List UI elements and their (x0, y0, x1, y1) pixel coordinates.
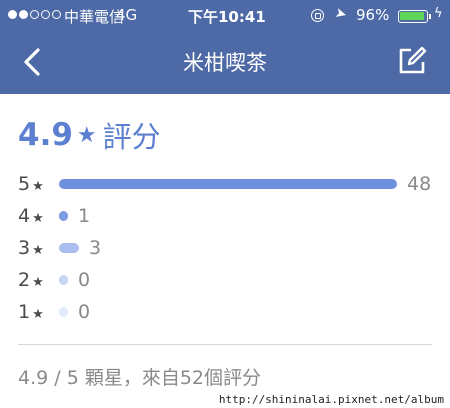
star-icon: ★ (32, 275, 44, 290)
navigation-bar: 米柑喫茶 (0, 30, 450, 94)
signal-dot (19, 10, 28, 19)
signal-dot (52, 10, 61, 19)
rating-row-2: 2 ★ 0 (0, 268, 450, 292)
page-title: 米柑喫茶 (183, 51, 267, 75)
rating-score: 4.9 (18, 117, 73, 153)
signal-strength (8, 10, 63, 29)
rating-bar (59, 179, 397, 189)
battery-icon (398, 10, 428, 23)
network-type: 4G (116, 6, 138, 24)
rating-row-4: 4 ★ 1 (0, 204, 450, 228)
star-icon: ★ (32, 307, 44, 322)
star-count-label: 1 (18, 301, 31, 323)
app-header: 中華電信 4G 下午10:41 ➤ 96% ϟ 米柑喫茶 (0, 0, 450, 94)
star-level: 2 ★ (18, 268, 44, 295)
star-icon: ★ (32, 243, 44, 258)
rating-row-1: 1 ★ 0 (0, 300, 450, 324)
rating-label: 評分 (102, 120, 161, 154)
review-count: 0 (78, 301, 91, 323)
review-count: 1 (78, 205, 91, 227)
star-count-label: 3 (18, 237, 31, 259)
review-count: 48 (407, 173, 432, 195)
status-bar: 中華電信 4G 下午10:41 ➤ 96% ϟ (0, 0, 450, 30)
rating-bar (59, 275, 68, 285)
rating-row-5: 5 ★ 48 (0, 172, 450, 196)
divider (18, 344, 432, 345)
star-level: 5 ★ (18, 172, 44, 199)
star-icon: ★ (32, 179, 44, 194)
signal-dot (41, 10, 50, 19)
star-count-label: 4 (18, 205, 31, 227)
star-level: 1 ★ (18, 300, 44, 327)
rating-bar (59, 243, 79, 253)
star-level: 4 ★ (18, 204, 44, 231)
signal-dot (8, 10, 17, 19)
star-icon: ★ (32, 211, 44, 226)
star-count-label: 5 (18, 173, 31, 195)
star-level: 3 ★ (18, 236, 44, 263)
battery-fill (400, 12, 424, 20)
battery-percentage: 96% (356, 6, 390, 24)
carrier-name: 中華電信 (64, 8, 125, 26)
rating-bar (59, 211, 68, 221)
star-count-label: 2 (18, 269, 31, 291)
clock: 下午10:41 (188, 8, 266, 26)
location-arrow-icon: ➤ (333, 4, 349, 24)
rating-row-3: 3 ★ 3 (0, 236, 450, 260)
review-count: 3 (89, 237, 102, 259)
star-icon: ★ (76, 122, 97, 148)
charging-bolt-icon: ϟ (434, 6, 443, 21)
review-count: 0 (78, 269, 91, 291)
battery-tip (429, 14, 431, 19)
watermark-url: http://shininalai.pixnet.net/album (212, 392, 450, 408)
overall-rating: 4.9 ★ 評分 (18, 114, 161, 154)
signal-dot (30, 10, 39, 19)
rotation-lock-icon (311, 9, 324, 22)
rating-bar (59, 307, 68, 317)
edit-icon[interactable] (396, 45, 428, 77)
rating-summary: 4.9 / 5 顆星，來自52個評分 (18, 367, 262, 389)
